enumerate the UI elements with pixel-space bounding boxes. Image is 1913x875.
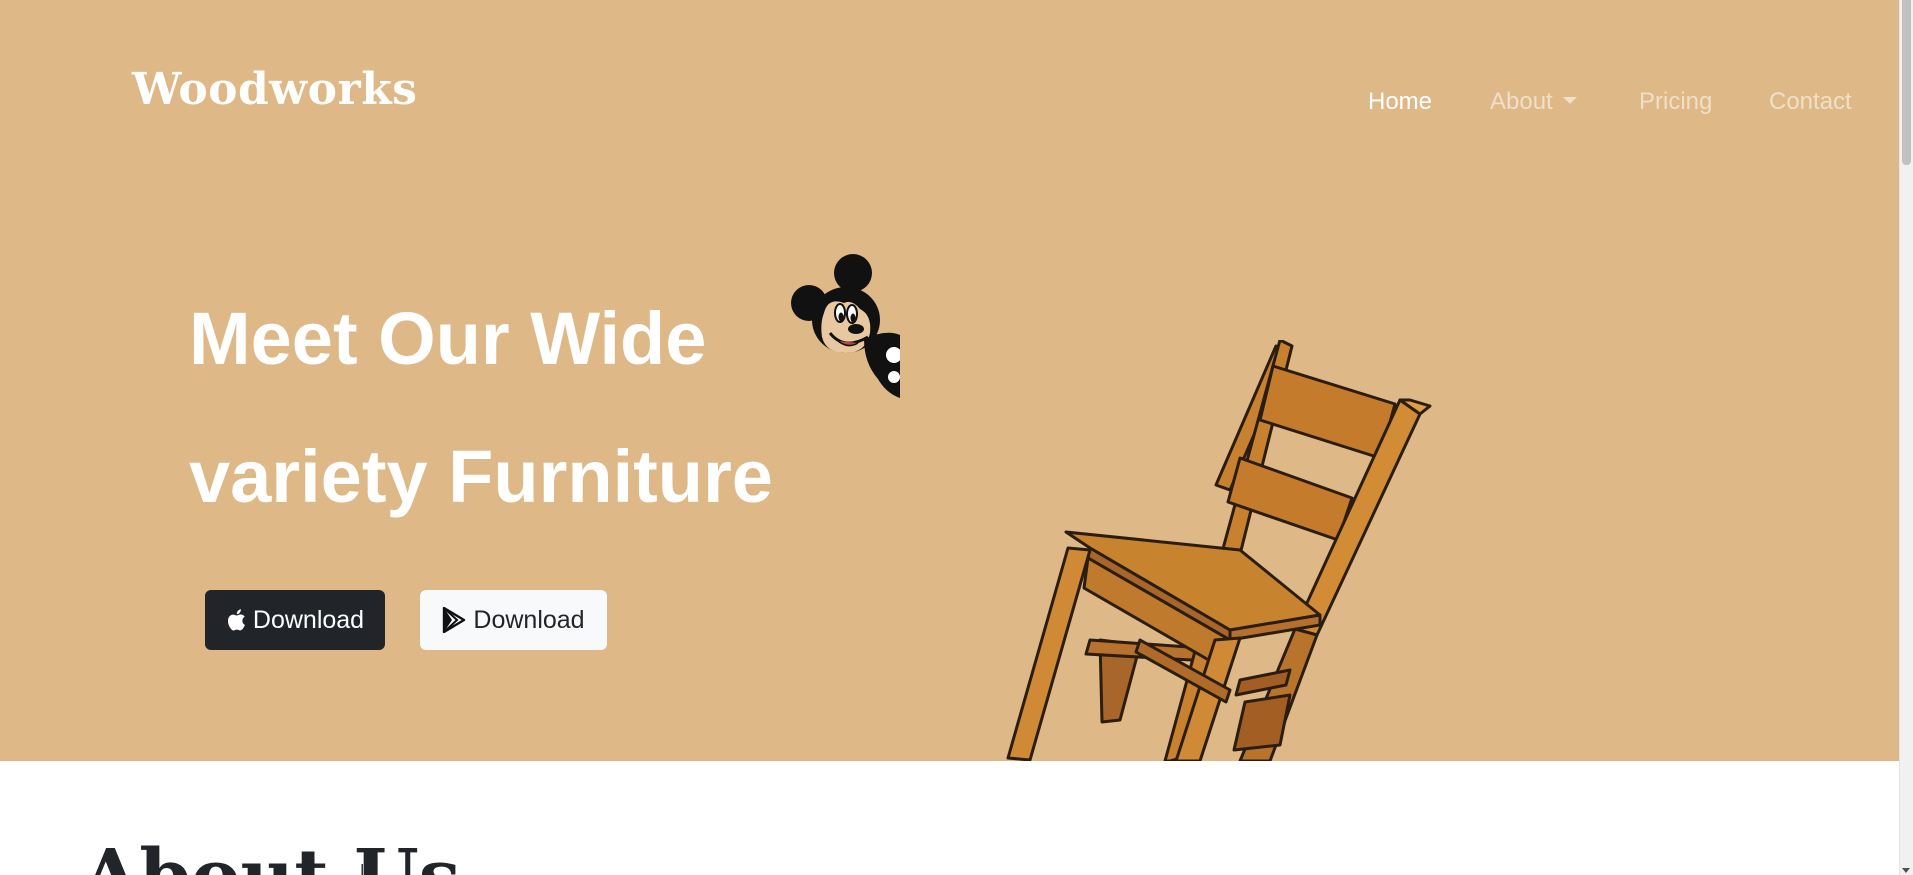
mickey-mouse-image: [790, 253, 900, 398]
apple-icon: [226, 608, 246, 632]
text-cursor-icon: I: [360, 862, 365, 875]
nav-link-contact[interactable]: Contact: [1769, 88, 1852, 116]
wooden-chair-image: [990, 340, 1440, 761]
mickey-mouse-illustration: [791, 254, 900, 398]
scroll-down-arrow-icon[interactable]: [1902, 868, 1910, 873]
about-section-heading: About Us: [82, 840, 460, 875]
nav-link-about-label: About: [1490, 88, 1553, 115]
page-scrollbar[interactable]: [1899, 0, 1913, 875]
main-nav: Home About Pricing Contact: [0, 88, 1899, 122]
wooden-chair-illustration: [1006, 340, 1432, 761]
scrollbar-thumb[interactable]: [1902, 0, 1911, 165]
apple-download-button[interactable]: Download: [205, 590, 385, 650]
hero-section: Woodworks Home About Pricing Contact Mee…: [0, 0, 1899, 761]
google-play-download-label: Download: [473, 605, 585, 634]
hero-headline-line-2: variety Furniture: [189, 435, 773, 518]
hero-headline: Meet Our Wide variety Furniture: [189, 270, 889, 546]
google-play-icon: [442, 607, 466, 633]
apple-download-label: Download: [252, 605, 365, 634]
chevron-down-icon: [1562, 97, 1577, 105]
viewport: Woodworks Home About Pricing Contact Mee…: [0, 0, 1899, 875]
nav-link-about[interactable]: About: [1490, 88, 1577, 116]
google-play-download-button[interactable]: Download: [420, 590, 607, 650]
nav-link-pricing[interactable]: Pricing: [1639, 88, 1712, 116]
hero-headline-line-1: Meet Our Wide: [189, 297, 707, 380]
page: Woodworks Home About Pricing Contact Mee…: [0, 0, 1913, 875]
nav-link-home[interactable]: Home: [1368, 88, 1432, 116]
